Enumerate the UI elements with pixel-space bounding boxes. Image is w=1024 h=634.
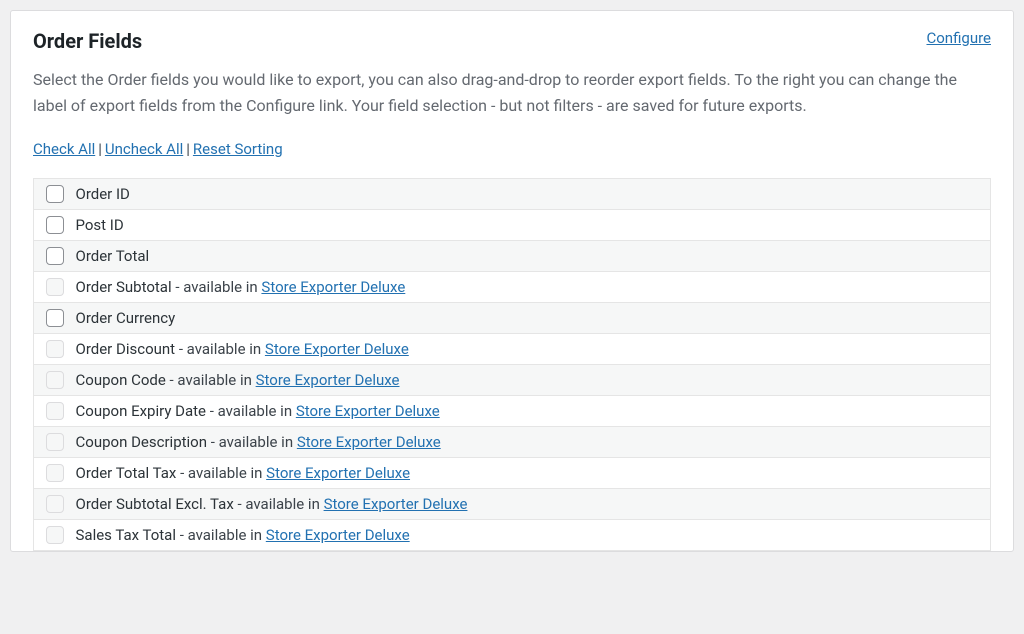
- field-label-cell: Order Currency: [68, 302, 991, 333]
- field-label-cell: Coupon Description - available in Store …: [68, 426, 991, 457]
- checkbox-cell: [34, 426, 68, 457]
- checkbox-cell: [34, 395, 68, 426]
- available-in-text: - available in: [176, 526, 266, 544]
- checkbox-cell: [34, 457, 68, 488]
- store-exporter-deluxe-link[interactable]: Store Exporter Deluxe: [324, 495, 468, 513]
- available-in-text: - available in: [166, 371, 256, 389]
- field-checkbox[interactable]: [46, 309, 64, 327]
- field-label: Order Total Tax: [76, 464, 177, 482]
- checkbox-cell: [34, 364, 68, 395]
- table-row[interactable]: Coupon Expiry Date - available in Store …: [34, 395, 991, 426]
- separator: |: [183, 140, 193, 158]
- checkbox-cell: [34, 333, 68, 364]
- separator: |: [95, 140, 105, 158]
- table-row[interactable]: Order ID: [34, 178, 991, 209]
- field-label: Sales Tax Total: [76, 526, 176, 544]
- fields-table: Order ID Post ID Order Total Order Subtotal…: [33, 178, 991, 551]
- field-label: Order Subtotal Excl. Tax: [76, 495, 234, 513]
- table-row[interactable]: Coupon Code - available in Store Exporte…: [34, 364, 991, 395]
- table-row[interactable]: Order Total: [34, 240, 991, 271]
- field-checkbox[interactable]: [46, 216, 64, 234]
- store-exporter-deluxe-link[interactable]: Store Exporter Deluxe: [296, 402, 440, 420]
- order-fields-panel: Order Fields Configure Select the Order …: [10, 10, 1014, 552]
- field-label: Order Currency: [76, 309, 176, 327]
- field-checkbox: [46, 526, 64, 544]
- configure-link[interactable]: Configure: [926, 29, 991, 47]
- field-checkbox: [46, 371, 64, 389]
- field-label-cell: Coupon Expiry Date - available in Store …: [68, 395, 991, 426]
- table-row[interactable]: Order Discount - available in Store Expo…: [34, 333, 991, 364]
- store-exporter-deluxe-link[interactable]: Store Exporter Deluxe: [266, 464, 410, 482]
- checkbox-cell: [34, 178, 68, 209]
- reset-sorting-link[interactable]: Reset Sorting: [193, 140, 283, 158]
- field-label: Order Discount: [76, 340, 176, 358]
- field-label-cell: Order Subtotal Excl. Tax - available in …: [68, 488, 991, 519]
- field-checkbox[interactable]: [46, 247, 64, 265]
- panel-title: Order Fields: [33, 29, 142, 53]
- check-all-link[interactable]: Check All: [33, 140, 95, 158]
- field-label-cell: Post ID: [68, 209, 991, 240]
- available-in-text: - available in: [234, 495, 324, 513]
- field-checkbox: [46, 433, 64, 451]
- available-in-text: - available in: [175, 340, 265, 358]
- field-label-cell: Sales Tax Total - available in Store Exp…: [68, 519, 991, 550]
- field-checkbox: [46, 464, 64, 482]
- field-checkbox: [46, 402, 64, 420]
- field-label-cell: Order ID: [68, 178, 991, 209]
- store-exporter-deluxe-link[interactable]: Store Exporter Deluxe: [265, 340, 409, 358]
- checkbox-cell: [34, 302, 68, 333]
- field-label-cell: Order Discount - available in Store Expo…: [68, 333, 991, 364]
- available-in-text: - available in: [172, 278, 262, 296]
- store-exporter-deluxe-link[interactable]: Store Exporter Deluxe: [297, 433, 441, 451]
- field-label-cell: Order Total: [68, 240, 991, 271]
- field-label: Post ID: [76, 216, 124, 234]
- field-label: Coupon Description: [76, 433, 208, 451]
- table-row[interactable]: Sales Tax Total - available in Store Exp…: [34, 519, 991, 550]
- store-exporter-deluxe-link[interactable]: Store Exporter Deluxe: [261, 278, 405, 296]
- uncheck-all-link[interactable]: Uncheck All: [105, 140, 183, 158]
- table-row[interactable]: Coupon Description - available in Store …: [34, 426, 991, 457]
- store-exporter-deluxe-link[interactable]: Store Exporter Deluxe: [266, 526, 410, 544]
- checkbox-cell: [34, 488, 68, 519]
- field-label: Coupon Code: [76, 371, 166, 389]
- field-label: Order Total: [76, 247, 150, 265]
- panel-header: Order Fields Configure: [33, 29, 991, 53]
- field-checkbox: [46, 340, 64, 358]
- field-checkbox: [46, 278, 64, 296]
- checkbox-cell: [34, 271, 68, 302]
- panel-description: Select the Order fields you would like t…: [33, 67, 991, 120]
- field-label: Coupon Expiry Date: [76, 402, 207, 420]
- checkbox-cell: [34, 519, 68, 550]
- table-row[interactable]: Post ID: [34, 209, 991, 240]
- available-in-text: - available in: [176, 464, 266, 482]
- checkbox-cell: [34, 240, 68, 271]
- field-label: Order ID: [76, 185, 130, 203]
- field-checkbox[interactable]: [46, 185, 64, 203]
- field-label-cell: Order Subtotal - available in Store Expo…: [68, 271, 991, 302]
- table-row[interactable]: Order Total Tax - available in Store Exp…: [34, 457, 991, 488]
- table-row[interactable]: Order Currency: [34, 302, 991, 333]
- table-row[interactable]: Order Subtotal - available in Store Expo…: [34, 271, 991, 302]
- store-exporter-deluxe-link[interactable]: Store Exporter Deluxe: [256, 371, 400, 389]
- field-label-cell: Order Total Tax - available in Store Exp…: [68, 457, 991, 488]
- table-row[interactable]: Order Subtotal Excl. Tax - available in …: [34, 488, 991, 519]
- field-label: Order Subtotal: [76, 278, 172, 296]
- available-in-text: - available in: [207, 433, 297, 451]
- field-checkbox: [46, 495, 64, 513]
- field-label-cell: Coupon Code - available in Store Exporte…: [68, 364, 991, 395]
- checkbox-cell: [34, 209, 68, 240]
- available-in-text: - available in: [206, 402, 296, 420]
- bulk-actions: Check All|Uncheck All|Reset Sorting: [33, 140, 991, 158]
